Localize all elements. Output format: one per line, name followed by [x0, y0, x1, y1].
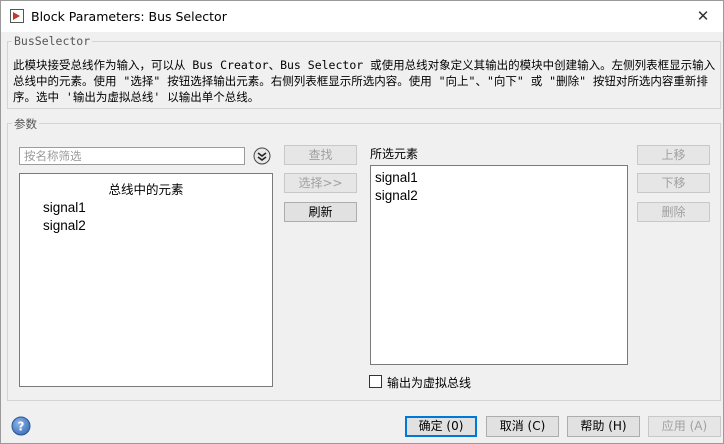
list-item[interactable]: signal1: [43, 200, 86, 215]
move-up-button[interactable]: 上移: [637, 145, 710, 165]
chevron-down-icon[interactable]: [253, 147, 271, 165]
cancel-button[interactable]: 取消 (C): [486, 416, 559, 437]
bus-elements-header: 总线中的元素: [108, 182, 184, 197]
block-parameters-dialog: Block Parameters: Bus Selector ✕ BusSele…: [0, 0, 724, 444]
title-bar: Block Parameters: Bus Selector ✕: [1, 1, 723, 32]
help-icon[interactable]: ?: [11, 416, 31, 436]
filter-by-name-input[interactable]: [19, 147, 245, 165]
refresh-button[interactable]: 刷新: [284, 202, 357, 222]
find-button[interactable]: 查找: [284, 145, 357, 165]
list-item[interactable]: signal1: [375, 170, 418, 185]
simulink-block-icon: [10, 9, 24, 23]
output-virtual-bus-checkbox[interactable]: [369, 375, 382, 388]
output-virtual-bus-label[interactable]: 输出为虚拟总线: [387, 374, 471, 391]
close-button[interactable]: ✕: [691, 5, 715, 27]
list-item[interactable]: signal2: [43, 218, 86, 233]
bus-elements-list[interactable]: 总线中的元素 signal1 signal2: [19, 173, 273, 387]
ok-button[interactable]: 确定 (0): [405, 416, 477, 437]
list-item[interactable]: signal2: [375, 188, 418, 203]
window-title: Block Parameters: Bus Selector: [31, 9, 227, 24]
move-down-button[interactable]: 下移: [637, 173, 710, 193]
apply-button[interactable]: 应用 (A): [648, 416, 721, 437]
selected-elements-label: 所选元素: [370, 147, 419, 161]
help-button[interactable]: 帮助 (H): [567, 416, 640, 437]
remove-button[interactable]: 删除: [637, 202, 710, 222]
selected-elements-list[interactable]: signal1 signal2: [370, 165, 628, 365]
block-name-legend: BusSelector: [12, 34, 93, 48]
block-description: 此模块接受总线作为输入，可以从 Bus Creator、Bus Selector…: [13, 58, 716, 104]
select-button[interactable]: 选择>>: [284, 173, 357, 193]
svg-text:?: ?: [18, 420, 25, 434]
parameters-legend: 参数: [12, 116, 39, 132]
